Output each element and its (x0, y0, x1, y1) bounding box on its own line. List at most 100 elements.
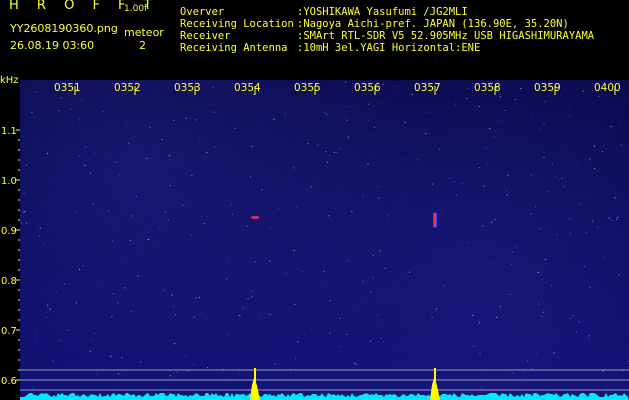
noise-speckle (433, 98, 435, 99)
noise-speckle (113, 247, 115, 249)
noise-speckle (193, 316, 195, 318)
noise-speckle (40, 166, 42, 168)
noise-speckle (292, 361, 294, 363)
noise-speckle (561, 278, 563, 280)
noise-speckle (403, 374, 405, 376)
noise-speckle (281, 291, 283, 293)
noise-speckle (522, 377, 524, 379)
noise-speckle (580, 265, 581, 267)
noise-speckle (94, 129, 96, 131)
noise-speckle (275, 239, 277, 241)
y-tick-label: 0.6 (1, 376, 17, 387)
noise-speckle (360, 101, 362, 103)
noise-speckle (573, 137, 575, 139)
noise-speckle (257, 237, 258, 239)
noise-speckle (521, 167, 523, 169)
noise-speckle (220, 115, 222, 117)
noise-speckle (449, 178, 451, 179)
noise-speckle (379, 165, 381, 167)
noise-speckle (521, 377, 523, 379)
noise-speckle (175, 314, 177, 316)
noise-speckle (527, 128, 529, 130)
noise-speckle (602, 361, 604, 363)
noise-speckle (262, 101, 264, 103)
noise-speckle (545, 259, 547, 261)
noise-speckle (140, 336, 142, 338)
noise-speckle (86, 232, 88, 234)
noise-speckle (98, 190, 100, 192)
noise-speckle (440, 168, 442, 170)
noise-speckle (353, 237, 355, 239)
noise-speckle (327, 322, 328, 324)
noise-speckle (464, 253, 466, 254)
noise-speckle (428, 127, 430, 129)
noise-speckle (174, 367, 175, 369)
noise-speckle (530, 174, 532, 176)
noise-speckle (144, 280, 146, 282)
noise-speckle (37, 347, 39, 349)
noise-speckle (158, 226, 160, 228)
x-tick-label: 0355 (294, 82, 321, 94)
noise-speckle (286, 173, 288, 175)
x-tick-label: 0359 (534, 82, 561, 94)
noise-speckle (248, 108, 250, 110)
noise-speckle (31, 232, 32, 234)
noise-speckle (331, 203, 333, 205)
noise-speckle (403, 317, 405, 319)
noise-speckle (514, 98, 516, 100)
noise-speckle (282, 301, 284, 303)
noise-speckle (582, 320, 584, 322)
noise-speckle (593, 299, 595, 300)
noise-speckle (261, 91, 262, 93)
noise-speckle (484, 378, 485, 380)
noise-speckle (354, 174, 356, 176)
noise-speckle (498, 291, 500, 293)
noise-speckle (88, 290, 90, 292)
noise-speckle (404, 144, 406, 146)
noise-speckle (193, 297, 195, 299)
noise-speckle (444, 317, 446, 318)
noise-speckle (483, 185, 485, 187)
noise-speckle (120, 375, 122, 377)
noise-speckle (540, 315, 542, 317)
noise-speckle (195, 119, 197, 121)
noise-speckle (110, 355, 112, 357)
noise-speckle (510, 136, 512, 138)
noise-speckle (82, 116, 84, 118)
noise-speckle (596, 338, 598, 340)
noise-speckle (174, 299, 176, 301)
noise-speckle (427, 279, 429, 281)
noise-speckle (405, 214, 407, 216)
noise-speckle (549, 236, 551, 238)
noise-speckle (621, 112, 623, 114)
noise-speckle (373, 131, 375, 133)
noise-speckle (187, 333, 189, 335)
noise-speckle (306, 196, 307, 198)
noise-speckle (520, 88, 522, 89)
noise-speckle (589, 286, 591, 288)
noise-speckle (556, 325, 558, 326)
noise-speckle (280, 366, 282, 368)
noise-speckle (515, 246, 517, 248)
noise-speckle (284, 113, 286, 115)
noise-speckle (382, 205, 384, 207)
noise-speckle (289, 89, 291, 91)
noise-speckle (557, 368, 559, 370)
noise-speckle (526, 144, 528, 146)
noise-speckle (543, 156, 545, 158)
noise-speckle (378, 107, 380, 109)
noise-speckle (283, 217, 285, 219)
noise-speckle (121, 357, 123, 358)
noise-speckle (75, 269, 77, 271)
noise-speckle (35, 91, 37, 93)
noise-speckle (144, 183, 146, 185)
noise-speckle (57, 194, 59, 196)
noise-speckle (187, 170, 189, 172)
noise-speckle (572, 311, 574, 313)
noise-speckle (269, 209, 271, 211)
noise-speckle (115, 219, 117, 221)
noise-speckle (101, 365, 103, 367)
noise-speckle (428, 358, 429, 360)
noise-speckle (595, 145, 596, 147)
noise-speckle (510, 225, 512, 227)
